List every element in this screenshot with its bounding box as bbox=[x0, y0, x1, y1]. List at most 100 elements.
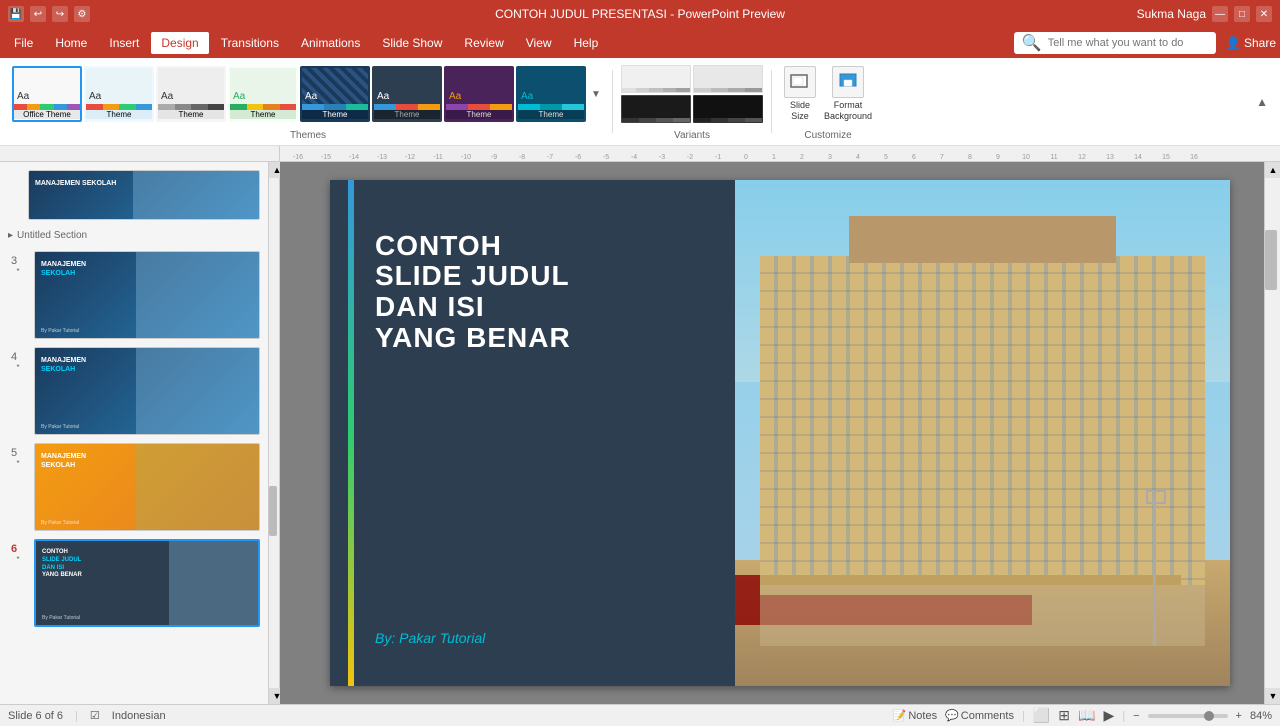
variant-4[interactable] bbox=[693, 95, 763, 123]
format-background-icon bbox=[832, 66, 864, 98]
slide-6-number: 6 bbox=[11, 539, 25, 555]
theme-item-1[interactable]: Aa Office Theme bbox=[12, 66, 82, 122]
menu-view[interactable]: View bbox=[516, 32, 562, 54]
menu-animations[interactable]: Animations bbox=[291, 32, 370, 54]
menu-transitions[interactable]: Transitions bbox=[211, 32, 289, 54]
share-button[interactable]: 👤 Share bbox=[1226, 36, 1276, 50]
slide-title-yang-benar: YANG BENAR bbox=[375, 323, 825, 354]
theme-item-2[interactable]: Aa Theme bbox=[84, 66, 154, 122]
slide-thumb-5[interactable]: MANAJEMENSEKOLAH By Pakar Tutorial bbox=[34, 443, 260, 531]
slide-panel-wrapper: MANAJEMEN SEKOLAH ▸ Untitled Section 3 *… bbox=[0, 162, 280, 704]
quick-access-save[interactable]: 💾 bbox=[8, 6, 24, 22]
slide-title-area: CONTOH SLIDE JUDUL DAN ISI YANG BENAR bbox=[375, 231, 825, 354]
section-label[interactable]: ▸ Untitled Section bbox=[0, 228, 268, 243]
notes-button[interactable]: 📝 Notes bbox=[893, 709, 937, 722]
slide-sorter-btn[interactable]: ⊞ bbox=[1058, 707, 1070, 724]
comments-icon: 💬 bbox=[945, 709, 959, 722]
basketball-board bbox=[1146, 490, 1166, 504]
reading-view-btn[interactable]: 📖 bbox=[1078, 707, 1095, 724]
zoom-handle[interactable] bbox=[1204, 711, 1214, 721]
slide-thumb-6[interactable]: CONTOHSLIDE JUDULDAN ISIYANG BENAR By Pa… bbox=[34, 539, 260, 627]
slide-item-4[interactable]: 4 * MANAJEMENSEKOLAH By Pakar Tutorial bbox=[0, 347, 268, 435]
customize-buttons: SlideSize FormatBackground bbox=[784, 62, 872, 126]
format-background-label: FormatBackground bbox=[824, 100, 872, 122]
slide-thumb-3[interactable]: MANAJEMENSEKOLAH By Pakar Tutorial bbox=[34, 251, 260, 339]
theme-item-6[interactable]: Aa Theme bbox=[372, 66, 442, 122]
comments-button[interactable]: 💬 Comments bbox=[945, 709, 1014, 722]
slide-item-5[interactable]: 5 * MANAJEMENSEKOLAH By Pakar Tutorial bbox=[0, 443, 268, 531]
court-area bbox=[760, 585, 1206, 646]
canvas-scroll-track bbox=[1265, 178, 1280, 688]
building-windows-h bbox=[760, 256, 1206, 585]
theme-item-8[interactable]: Aa Theme bbox=[516, 66, 586, 122]
search-input[interactable] bbox=[1048, 37, 1208, 49]
quick-access-undo[interactable]: ↩ bbox=[30, 6, 46, 22]
menu-help[interactable]: Help bbox=[564, 32, 609, 54]
ruler-marks: -16 -15 -14 -13 -12 -11 -10 -9 -8 -7 -6 … bbox=[280, 146, 1280, 161]
theme-item-5[interactable]: Aa Theme bbox=[300, 66, 370, 122]
close-button[interactable]: ✕ bbox=[1256, 6, 1272, 22]
theme-item-4[interactable]: Aa Theme bbox=[228, 66, 298, 122]
menu-bar: File Home Insert Design Transitions Anim… bbox=[0, 28, 1280, 58]
building-top-ext bbox=[849, 216, 1116, 262]
building-main bbox=[760, 256, 1206, 585]
ruler-corner bbox=[0, 146, 280, 162]
zoom-slider[interactable] bbox=[1148, 714, 1228, 718]
variants-grid bbox=[621, 62, 763, 126]
title-bar: 💾 ↩ ↪ ⚙ CONTOH JUDUL PRESENTASI - PowerP… bbox=[0, 0, 1280, 28]
panel-scroll-thumb[interactable] bbox=[269, 486, 277, 536]
ribbon-collapse[interactable]: ▲ bbox=[1252, 95, 1272, 109]
slide-panel-scrollbar[interactable]: ▲ ▼ bbox=[269, 162, 279, 704]
slide-size-button[interactable]: SlideSize bbox=[784, 66, 816, 122]
accessibility-icon[interactable]: ☑ bbox=[90, 709, 100, 722]
slide-4-number: 4 bbox=[11, 347, 25, 363]
theme-item-3[interactable]: Aa Theme bbox=[156, 66, 226, 122]
divider-1 bbox=[612, 70, 613, 133]
slide-size-icon bbox=[784, 66, 816, 98]
slide-size-label: SlideSize bbox=[790, 100, 810, 122]
menu-design[interactable]: Design bbox=[151, 32, 208, 54]
basketball-pole bbox=[1153, 494, 1156, 646]
theme-item-7[interactable]: Aa Theme bbox=[444, 66, 514, 122]
slide-item-3[interactable]: 3 * MANAJEMENSEKOLAH By Pakar Tutorial bbox=[0, 251, 268, 339]
themes-label: Themes bbox=[290, 126, 326, 141]
slide-author: By: Pakar Tutorial bbox=[375, 630, 485, 646]
maximize-button[interactable]: □ bbox=[1234, 6, 1250, 22]
slide-canvas[interactable]: CONTOH SLIDE JUDUL DAN ISI YANG BENAR By… bbox=[330, 180, 1230, 686]
canvas-scroll-down[interactable]: ▼ bbox=[1265, 688, 1280, 704]
canvas-scroll-up[interactable]: ▲ bbox=[1265, 162, 1280, 178]
menu-review[interactable]: Review bbox=[454, 32, 513, 54]
normal-view-btn[interactable]: ⬜ bbox=[1033, 707, 1050, 724]
canvas-scroll-thumb[interactable] bbox=[1265, 230, 1277, 290]
theme-ribbon: Aa Office Theme Aa bbox=[0, 58, 1280, 146]
slide-thumb-4[interactable]: MANAJEMENSEKOLAH By Pakar Tutorial bbox=[34, 347, 260, 435]
slideshow-btn[interactable]: ▶ bbox=[1103, 707, 1114, 724]
variant-3[interactable] bbox=[621, 95, 691, 123]
collapse-arrow-icon[interactable]: ▲ bbox=[1256, 95, 1268, 109]
minimize-button[interactable]: — bbox=[1212, 6, 1228, 22]
slide-panel: MANAJEMEN SEKOLAH ▸ Untitled Section 3 *… bbox=[0, 162, 269, 704]
statusbar-right: 📝 Notes 💬 Comments | ⬜ ⊞ 📖 ▶ | − + 84% bbox=[893, 707, 1272, 724]
slide-item-partial[interactable]: MANAJEMEN SEKOLAH bbox=[0, 170, 268, 220]
variant-1[interactable] bbox=[621, 65, 691, 93]
quick-access-customize[interactable]: ⚙ bbox=[74, 6, 90, 22]
slide-title-dan-isi: DAN ISI bbox=[375, 292, 825, 323]
variants-label: Variants bbox=[674, 126, 710, 141]
menu-home[interactable]: Home bbox=[45, 32, 97, 54]
themes-scroll-down[interactable]: ▼ bbox=[588, 66, 604, 122]
quick-access-redo[interactable]: ↪ bbox=[52, 6, 68, 22]
themes-section: Aa Office Theme Aa bbox=[8, 62, 608, 141]
accent-bar bbox=[348, 180, 354, 686]
format-background-button[interactable]: FormatBackground bbox=[824, 66, 872, 122]
section-name: Untitled Section bbox=[17, 230, 87, 241]
search-icon: 🔍 bbox=[1022, 33, 1042, 53]
menu-slideshow[interactable]: Slide Show bbox=[372, 32, 452, 54]
ruler-area: -16 -15 -14 -13 -12 -11 -10 -9 -8 -7 -6 … bbox=[0, 146, 1280, 162]
slide-thumb-partial[interactable]: MANAJEMEN SEKOLAH bbox=[28, 170, 260, 220]
search-box[interactable]: 🔍 bbox=[1014, 32, 1216, 54]
variant-2[interactable] bbox=[693, 65, 763, 93]
menu-file[interactable]: File bbox=[4, 32, 43, 54]
section-triangle-icon: ▸ bbox=[8, 230, 13, 241]
menu-insert[interactable]: Insert bbox=[99, 32, 149, 54]
slide-item-6[interactable]: 6 * CONTOHSLIDE JUDULDAN ISIYANG BENAR B… bbox=[0, 539, 268, 627]
